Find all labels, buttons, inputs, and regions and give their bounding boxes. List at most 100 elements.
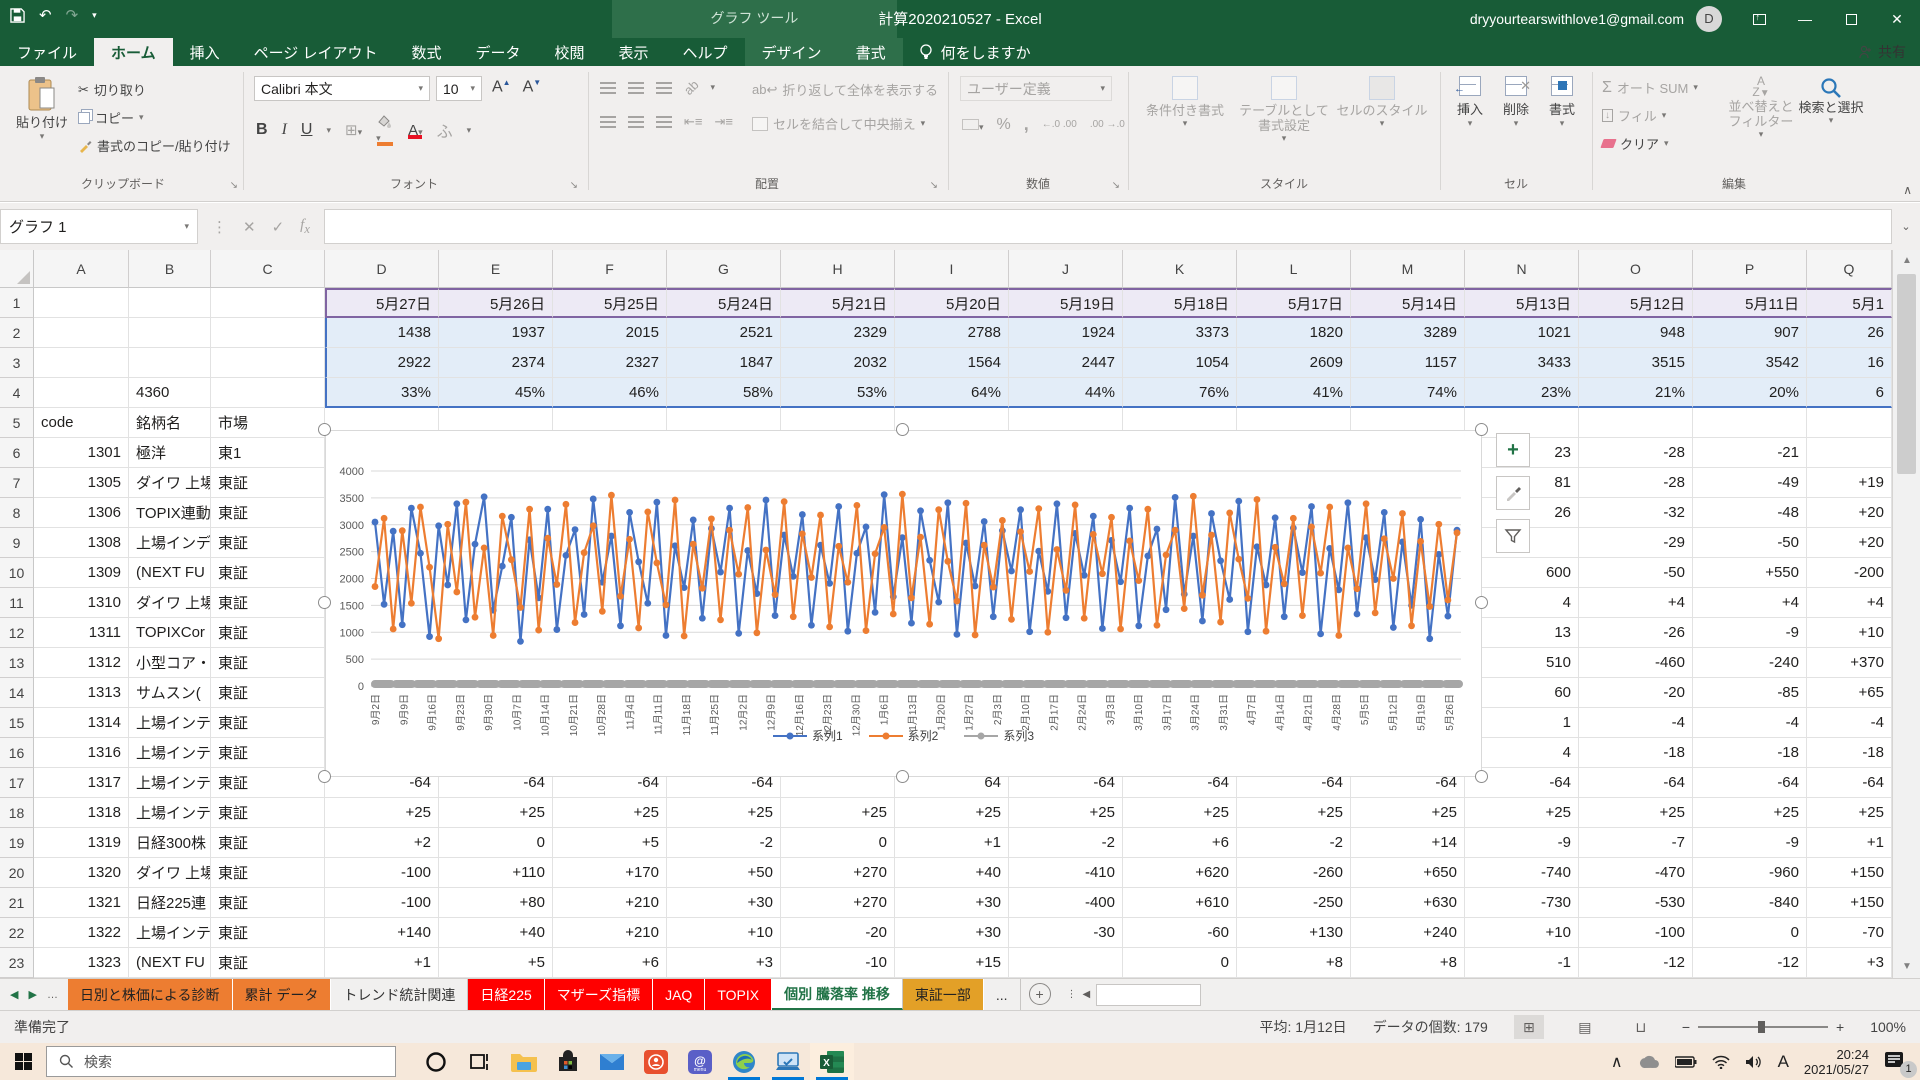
cell-P7[interactable]: -49: [1693, 468, 1807, 498]
cell-Q13[interactable]: +370: [1807, 648, 1892, 678]
cell-P1[interactable]: 5月11日: [1693, 288, 1807, 318]
cell-O15[interactable]: -4: [1579, 708, 1693, 738]
cell-C21[interactable]: 東証: [211, 888, 325, 918]
zoom-slider[interactable]: − +: [1682, 1019, 1844, 1035]
delete-cells-button[interactable]: ✕ 削除▾: [1494, 76, 1538, 129]
cell-N18[interactable]: +25: [1465, 798, 1579, 828]
row-header-21[interactable]: 21: [0, 888, 34, 918]
tab-ページ レイアウト[interactable]: ページ レイアウト: [237, 38, 395, 66]
cell-C17[interactable]: 東証: [211, 768, 325, 798]
align-left-icon[interactable]: [600, 116, 616, 128]
cell-K22[interactable]: -60: [1123, 918, 1237, 948]
battery-icon[interactable]: [1675, 1056, 1697, 1068]
cell-P12[interactable]: -9: [1693, 618, 1807, 648]
cell-F22[interactable]: +210: [553, 918, 667, 948]
cell-O12[interactable]: -26: [1579, 618, 1693, 648]
chart-selection-handle[interactable]: [896, 770, 909, 783]
cell-B1[interactable]: [129, 288, 211, 318]
hscroll-left-icon[interactable]: ◀: [1083, 989, 1091, 1000]
cell-B21[interactable]: 日経225連: [129, 888, 211, 918]
cell-P9[interactable]: -50: [1693, 528, 1807, 558]
decrease-decimal-icon[interactable]: .00 →.0: [1090, 119, 1125, 130]
column-header-B[interactable]: B: [129, 250, 211, 288]
accounting-format-icon[interactable]: ▾: [962, 117, 984, 133]
zoom-level[interactable]: 100%: [1870, 1019, 1906, 1035]
cell-O19[interactable]: -7: [1579, 828, 1693, 858]
align-middle-icon[interactable]: [628, 82, 644, 94]
sheet-prev-icon[interactable]: ◀: [10, 988, 18, 1001]
cell-B13[interactable]: 小型コア・: [129, 648, 211, 678]
cell-K18[interactable]: +25: [1123, 798, 1237, 828]
cell-P11[interactable]: +4: [1693, 588, 1807, 618]
cell-K2[interactable]: 3373: [1123, 318, 1237, 348]
sheet-tab-マザーズ指標[interactable]: マザーズ指標: [545, 979, 653, 1010]
cell-Q1[interactable]: 5月1: [1807, 288, 1892, 318]
number-format-combo[interactable]: ユーザー定義▾: [960, 76, 1112, 101]
cell-B22[interactable]: 上場インテ: [129, 918, 211, 948]
select-all-corner[interactable]: [0, 250, 34, 288]
cell-A17[interactable]: 1317: [34, 768, 129, 798]
ribbon-display-options-icon[interactable]: [1736, 0, 1782, 38]
row-header-3[interactable]: 3: [0, 348, 34, 378]
cell-O13[interactable]: -460: [1579, 648, 1693, 678]
cell-O10[interactable]: -50: [1579, 558, 1693, 588]
cell-B12[interactable]: TOPIXCor: [129, 618, 211, 648]
row-header-14[interactable]: 14: [0, 678, 34, 708]
row-header-17[interactable]: 17: [0, 768, 34, 798]
expand-formula-bar-icon[interactable]: ⌄: [1892, 203, 1920, 250]
cell-L4[interactable]: 41%: [1237, 378, 1351, 408]
cell-M3[interactable]: 1157: [1351, 348, 1465, 378]
column-header-I[interactable]: I: [895, 250, 1009, 288]
cell-B19[interactable]: 日経300株: [129, 828, 211, 858]
collapse-ribbon-icon[interactable]: ∧: [1903, 183, 1912, 197]
cell-P20[interactable]: -960: [1693, 858, 1807, 888]
cell-P18[interactable]: +25: [1693, 798, 1807, 828]
chart-selection-handle[interactable]: [1475, 596, 1488, 609]
close-button[interactable]: ✕: [1874, 0, 1920, 38]
row-header-9[interactable]: 9: [0, 528, 34, 558]
sheet-tab-JAQ[interactable]: JAQ: [653, 979, 705, 1010]
cell-Q21[interactable]: +150: [1807, 888, 1892, 918]
cell-N21[interactable]: -730: [1465, 888, 1579, 918]
cell-C18[interactable]: 東証: [211, 798, 325, 828]
row-header-11[interactable]: 11: [0, 588, 34, 618]
cell-M20[interactable]: +650: [1351, 858, 1465, 888]
sheet-tab-...[interactable]: ...: [984, 979, 1021, 1010]
cell-D4[interactable]: 33%: [325, 378, 439, 408]
insert-cells-button[interactable]: ← 挿入▾: [1448, 76, 1492, 129]
cell-C8[interactable]: 東証: [211, 498, 325, 528]
sheet-tab-累計 データ[interactable]: 累計 データ: [233, 979, 332, 1010]
cell-G3[interactable]: 1847: [667, 348, 781, 378]
notification-center-icon[interactable]: 1: [1884, 1051, 1910, 1073]
cell-C5[interactable]: 市場: [211, 408, 325, 438]
cortana-icon[interactable]: [414, 1043, 458, 1080]
cell-A2[interactable]: [34, 318, 129, 348]
tab-ホーム[interactable]: ホーム: [94, 38, 173, 66]
cell-A14[interactable]: 1313: [34, 678, 129, 708]
vertical-scrollbar[interactable]: ▲ ▼: [1892, 250, 1920, 978]
row-header-1[interactable]: 1: [0, 288, 34, 318]
cell-A8[interactable]: 1306: [34, 498, 129, 528]
cell-B14[interactable]: サムスン(: [129, 678, 211, 708]
sheet-tab-日別と株価による診断[interactable]: 日別と株価による診断: [68, 979, 233, 1010]
chart-selection-handle[interactable]: [318, 596, 331, 609]
start-button[interactable]: [0, 1043, 46, 1080]
column-header-G[interactable]: G: [667, 250, 781, 288]
row-header-10[interactable]: 10: [0, 558, 34, 588]
cell-O6[interactable]: -28: [1579, 438, 1693, 468]
cell-M1[interactable]: 5月14日: [1351, 288, 1465, 318]
tab-ヘルプ[interactable]: ヘルプ: [666, 38, 745, 66]
cell-L23[interactable]: +8: [1237, 948, 1351, 978]
file-explorer-icon[interactable]: [502, 1043, 546, 1080]
italic-button[interactable]: I: [282, 121, 287, 139]
cell-O16[interactable]: -18: [1579, 738, 1693, 768]
share-button[interactable]: 共有: [1859, 42, 1906, 62]
column-header-O[interactable]: O: [1579, 250, 1693, 288]
cell-I19[interactable]: +1: [895, 828, 1009, 858]
zoom-out-icon[interactable]: −: [1682, 1019, 1690, 1035]
page-layout-view-icon[interactable]: ▤: [1570, 1015, 1600, 1039]
task-view-icon[interactable]: [458, 1043, 502, 1080]
cell-O17[interactable]: -64: [1579, 768, 1693, 798]
sort-filter-button[interactable]: AZ▼ 並べ替えとフィルター▾: [1726, 76, 1796, 140]
column-header-H[interactable]: H: [781, 250, 895, 288]
